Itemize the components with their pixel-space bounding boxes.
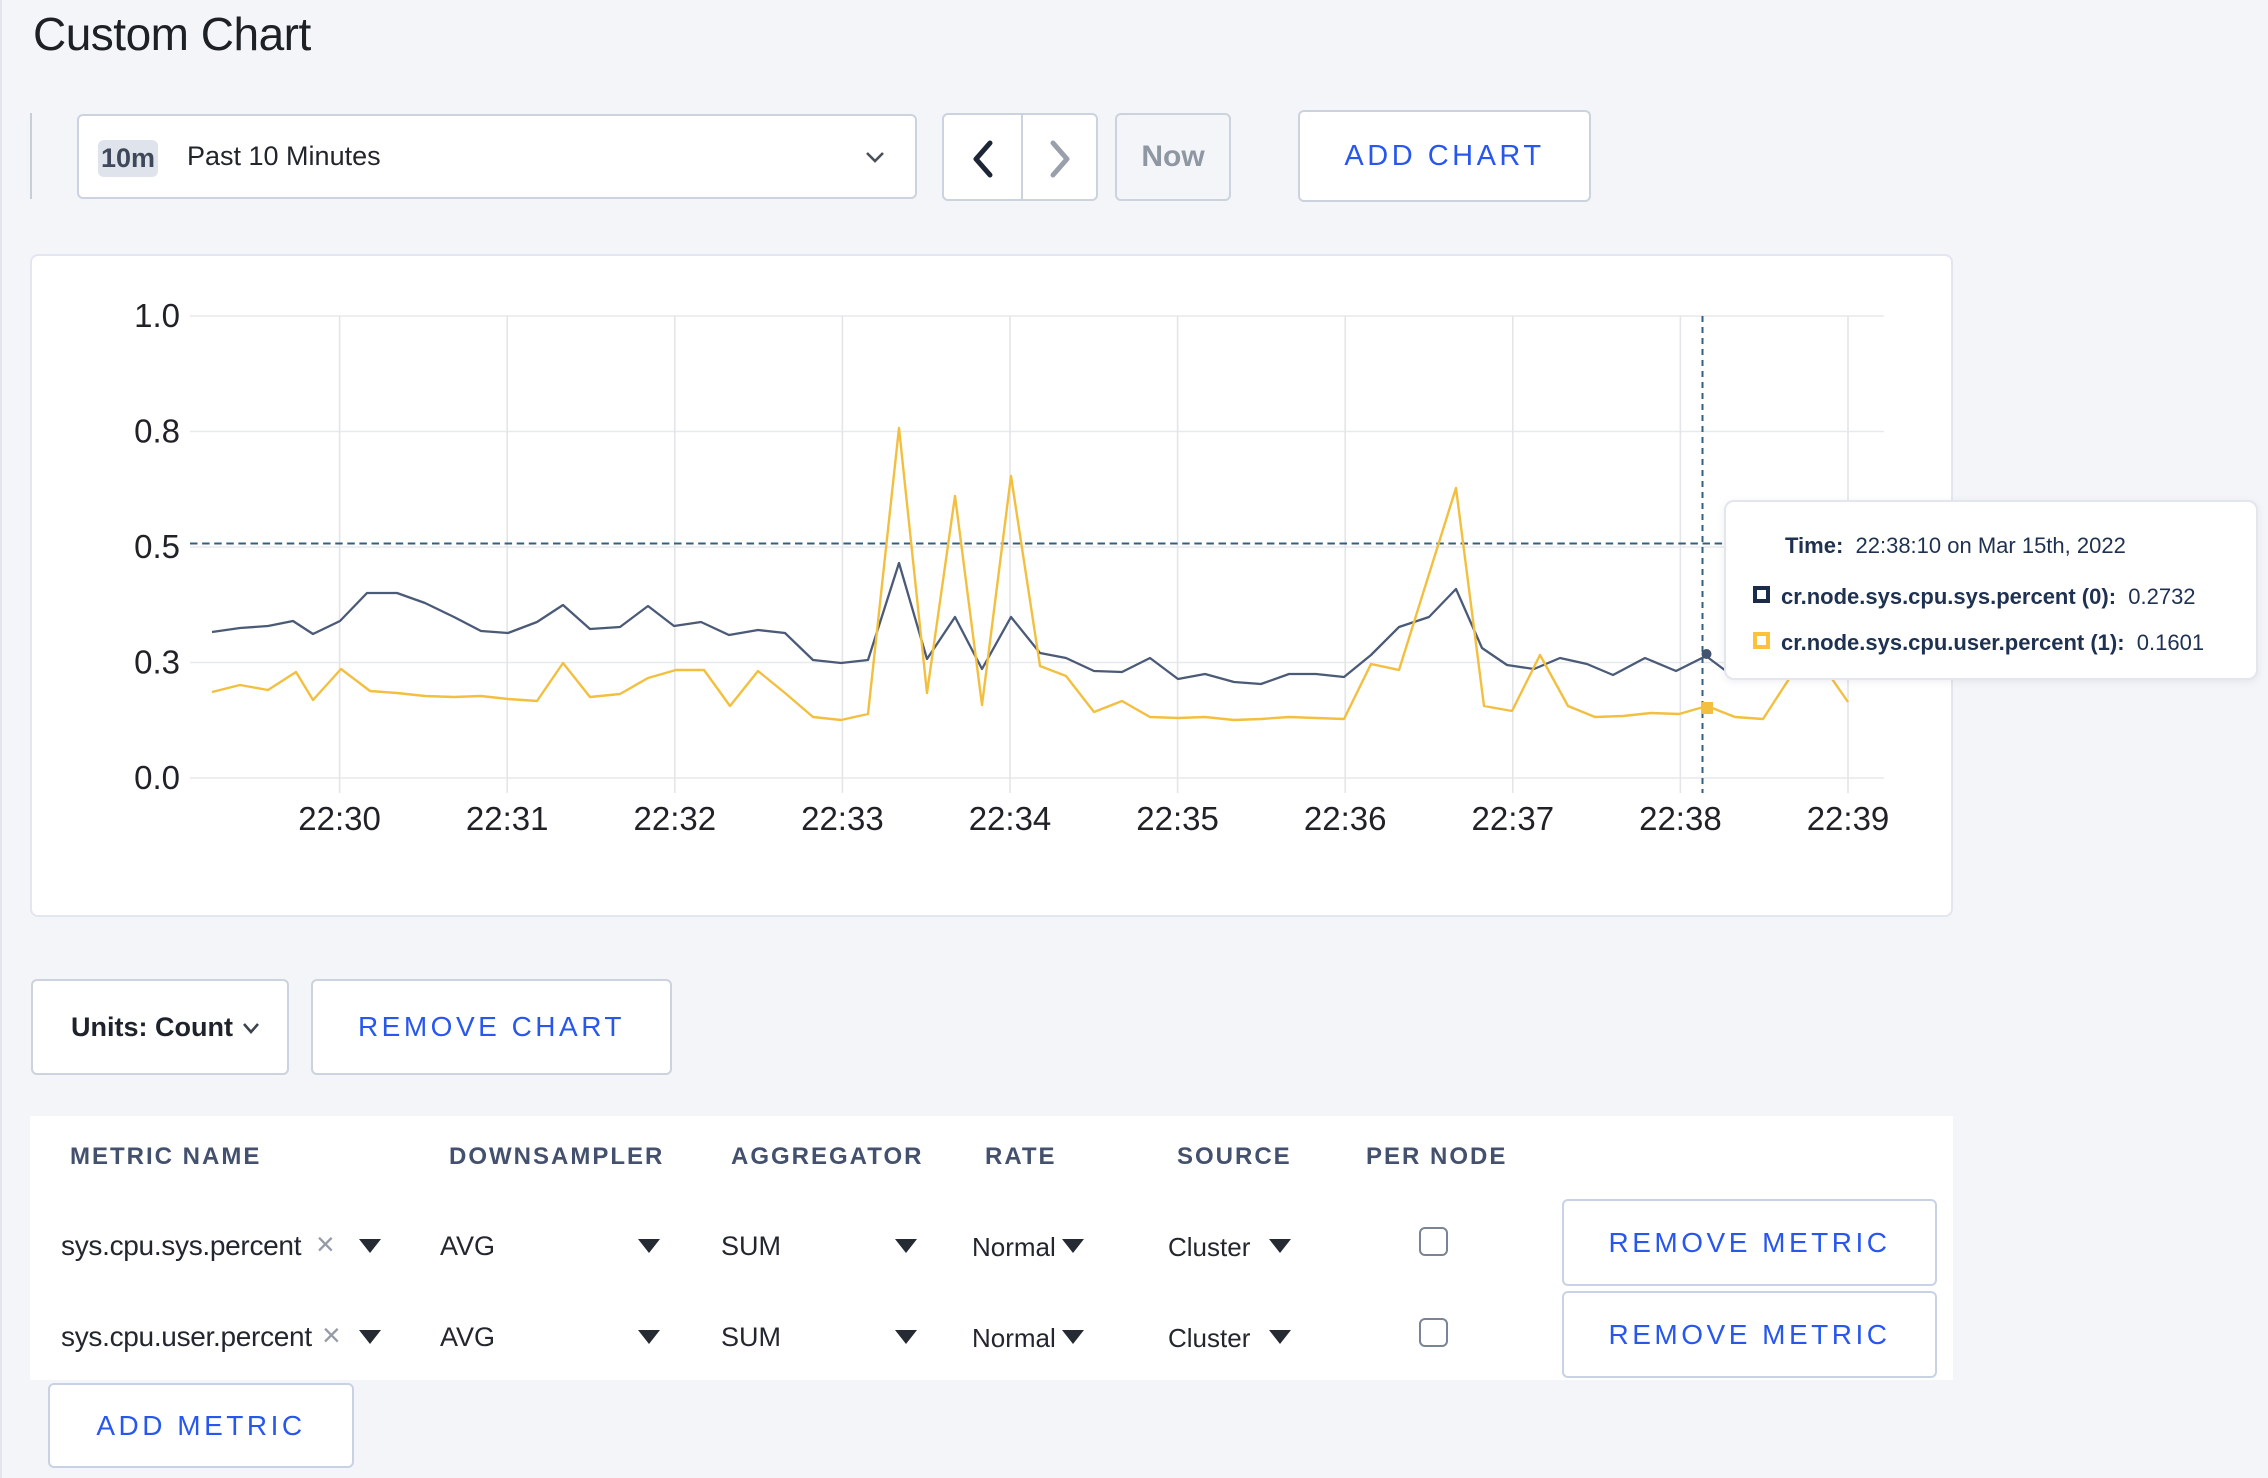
svg-text:0.0: 0.0 (134, 759, 180, 796)
svg-text:22:32: 22:32 (634, 800, 717, 837)
svg-text:22:37: 22:37 (1472, 800, 1555, 837)
svg-text:22:35: 22:35 (1136, 800, 1219, 837)
svg-text:22:38: 22:38 (1639, 800, 1722, 837)
svg-text:22:30: 22:30 (298, 800, 381, 837)
svg-text:0.3: 0.3 (134, 644, 180, 681)
svg-text:0.5: 0.5 (134, 528, 180, 565)
svg-text:0.8: 0.8 (134, 413, 180, 450)
svg-text:1.0: 1.0 (134, 297, 180, 334)
svg-text:22:36: 22:36 (1304, 800, 1387, 837)
svg-text:22:33: 22:33 (801, 800, 884, 837)
svg-text:22:39: 22:39 (1807, 800, 1890, 837)
svg-text:22:31: 22:31 (466, 800, 549, 837)
svg-text:22:34: 22:34 (969, 800, 1052, 837)
